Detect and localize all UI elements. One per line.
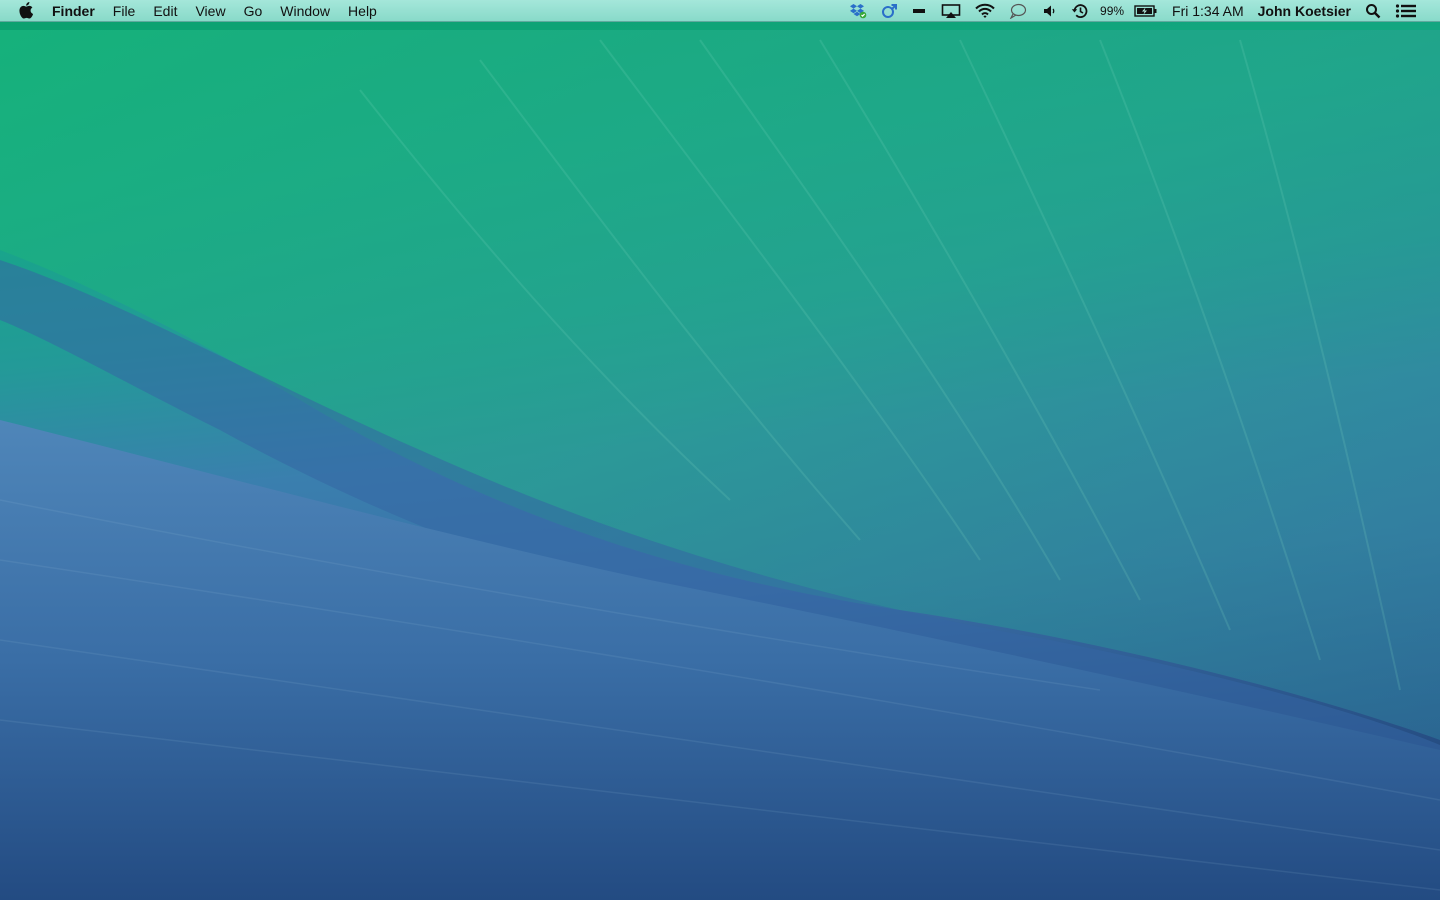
fast-user-switching-menu[interactable]: John Koetsier (1251, 0, 1358, 22)
menu-edit[interactable]: Edit (144, 0, 186, 22)
menu-file[interactable]: File (104, 0, 145, 22)
menu-bar-right: 99% Fri 1:34 AM John Koetsier (842, 0, 1440, 22)
menu-go[interactable]: Go (235, 0, 272, 22)
messages-bubble-icon[interactable] (1002, 0, 1034, 22)
airplay-icon[interactable] (934, 0, 968, 22)
menu-bar-clock[interactable]: Fri 1:34 AM (1165, 0, 1251, 22)
menu-view[interactable]: View (186, 0, 234, 22)
sync-icon[interactable] (874, 0, 904, 22)
wave-wallpaper (0, 0, 1440, 900)
menu-bar: Finder File Edit View Go Window Help 99%… (0, 0, 1440, 22)
display-bar-icon[interactable] (904, 0, 934, 22)
wifi-icon[interactable] (968, 0, 1002, 22)
notification-center-icon[interactable] (1388, 0, 1424, 22)
app-name-menu[interactable]: Finder (43, 0, 104, 22)
desktop[interactable]: Finder File Edit View Go Window Help 99%… (0, 0, 1440, 900)
menu-bar-left: Finder File Edit View Go Window Help (0, 0, 386, 22)
apple-menu-icon[interactable] (17, 0, 35, 22)
time-machine-icon[interactable] (1064, 0, 1096, 22)
spotlight-search-icon[interactable] (1358, 0, 1388, 22)
menu-help[interactable]: Help (339, 0, 386, 22)
battery-percentage: 99% (1100, 3, 1125, 18)
menu-window[interactable]: Window (271, 0, 339, 22)
dropbox-icon[interactable] (842, 0, 874, 22)
battery-charging-icon[interactable] (1127, 0, 1165, 22)
volume-icon[interactable] (1034, 0, 1064, 22)
